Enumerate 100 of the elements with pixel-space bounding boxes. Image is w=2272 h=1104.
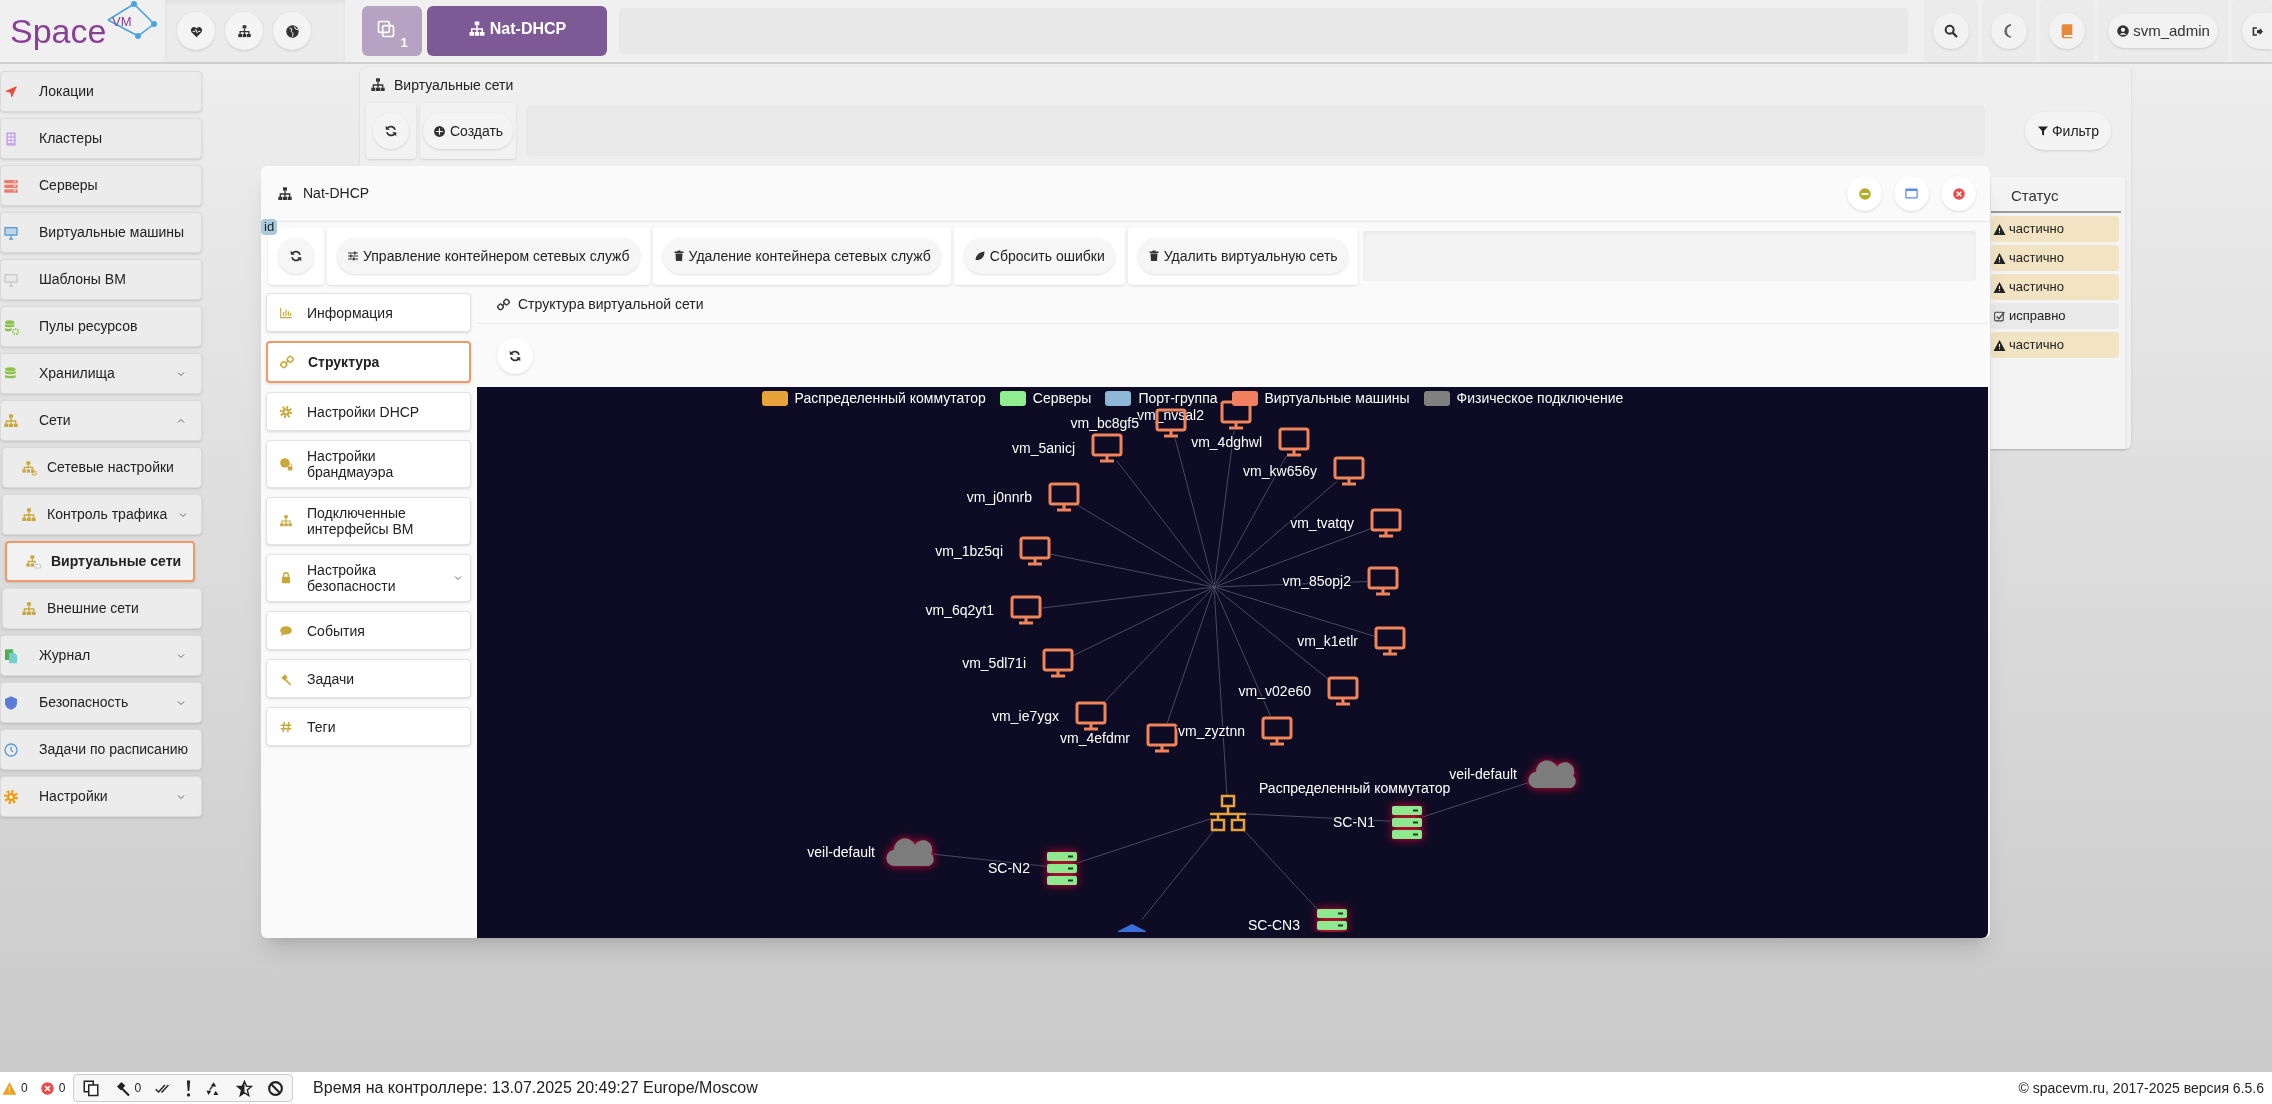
health-button[interactable] — [177, 12, 215, 50]
server-icon[interactable] — [1392, 806, 1422, 839]
sidebar-item[interactable]: Задачи по расписанию — [0, 729, 202, 770]
network-icon — [277, 185, 293, 202]
status-badge: частично — [1991, 216, 2119, 242]
sidebar-item[interactable]: Виртуальные сети — [5, 541, 195, 582]
filter-icon — [2036, 125, 2049, 137]
sidebar-item[interactable]: Настройки — [0, 776, 202, 817]
menu-item[interactable]: Настройка безопасности — [266, 554, 471, 602]
node-label: vm_5dl71i — [962, 655, 1026, 671]
monitor-icon[interactable] — [1261, 716, 1293, 746]
menu-item[interactable]: Информация — [266, 293, 471, 332]
menu-item[interactable]: Структура — [266, 341, 471, 383]
monitor-icon[interactable] — [1091, 433, 1123, 463]
server-icon[interactable] — [1317, 909, 1347, 932]
moon-button[interactable] — [1991, 13, 2027, 49]
monitor-icon[interactable] — [1019, 536, 1051, 566]
menu-item[interactable]: Задачи — [266, 659, 471, 698]
monitor-icon — [3, 271, 19, 288]
status-badge: частично — [1991, 274, 2119, 300]
network-button[interactable] — [225, 12, 263, 50]
hash-icon — [279, 719, 293, 734]
port-group-icon[interactable] — [1118, 924, 1146, 932]
cloud-icon[interactable] — [886, 838, 934, 866]
link-icon — [280, 355, 294, 369]
warning-icon — [1993, 338, 2006, 352]
sidebar-item[interactable]: Пулы ресурсов — [0, 306, 202, 347]
sidebar-item[interactable]: Журнал — [0, 635, 202, 676]
sidebar-item[interactable]: Кластеры — [0, 118, 202, 159]
tasks-button[interactable]: 0 — [114, 1079, 142, 1097]
window-tab[interactable]: Nat-DHCP — [427, 6, 607, 56]
monitor-icon[interactable] — [1278, 427, 1310, 457]
action-button[interactable]: Удаление контейнера сетевых служб — [662, 238, 941, 274]
monitor-icon[interactable] — [1042, 648, 1074, 678]
sidebar-item[interactable]: Шаблоны ВМ — [0, 259, 202, 300]
node-label: vm_85opj2 — [1282, 573, 1351, 589]
chart-icon — [279, 305, 293, 320]
node-label: vm_bc8gf5 — [1070, 415, 1139, 431]
node-label: veil-default — [1449, 766, 1517, 782]
globe-button[interactable] — [273, 12, 311, 50]
monitor-icon[interactable] — [1048, 482, 1080, 512]
sidebar-item[interactable]: Контроль трафика — [2, 494, 202, 535]
favorites-button[interactable] — [236, 1079, 254, 1097]
monitor-icon[interactable] — [1146, 723, 1178, 753]
cloud-icon[interactable] — [1528, 760, 1576, 788]
sliders-icon — [347, 250, 359, 262]
user-button[interactable]: svm_admin — [2108, 14, 2218, 48]
sidebar-item[interactable]: Локации — [0, 71, 202, 112]
column-header: Статус — [2011, 185, 2059, 206]
sidebar-item[interactable]: Хранилища — [0, 353, 202, 394]
server-icon[interactable] — [1047, 852, 1077, 885]
monitor-icon[interactable] — [1333, 456, 1365, 486]
sidebar-item[interactable]: Безопасность — [0, 682, 202, 723]
block-button[interactable] — [267, 1079, 285, 1097]
sidebar-item[interactable]: Сети — [0, 400, 202, 441]
menu-item[interactable]: Подключенные интерфейсы ВМ — [266, 497, 471, 545]
legend-label: Виртуальные машины — [1264, 389, 1410, 408]
network-icon — [279, 514, 293, 528]
close-button[interactable] — [1941, 176, 1976, 211]
monitor-icon[interactable] — [1075, 701, 1107, 731]
logout-button[interactable] — [2242, 13, 2272, 49]
logo-suffix-text: VM — [112, 13, 132, 31]
menu-item[interactable]: События — [266, 611, 471, 650]
gear-icon — [3, 788, 19, 805]
create-button[interactable]: Создать — [422, 113, 514, 149]
location-icon — [3, 83, 19, 100]
refresh-button[interactable] — [497, 337, 533, 374]
sidebar-item[interactable]: Серверы — [0, 165, 202, 206]
action-button[interactable]: Управление контейнером сетевых служб — [337, 238, 640, 274]
network-icon — [236, 23, 252, 39]
windows-button[interactable] — [82, 1079, 101, 1097]
checkbox-icon — [1993, 309, 2006, 323]
node-label: vm_j0nnrb — [966, 489, 1032, 505]
globe-lock-icon — [279, 457, 293, 471]
sidebar-item[interactable]: Сетевые настройки — [2, 447, 202, 488]
monitor-icon[interactable] — [1367, 566, 1399, 596]
star-icon — [236, 1079, 254, 1097]
monitor-icon[interactable] — [1327, 676, 1359, 706]
link-icon — [497, 298, 510, 311]
sidebar-item[interactable]: Виртуальные машины — [0, 212, 202, 253]
menu-item[interactable]: Теги — [266, 707, 471, 746]
action-button[interactable]: Сбросить ошибки — [963, 238, 1115, 274]
monitor-icon[interactable] — [1374, 626, 1406, 656]
search-button[interactable] — [1933, 13, 1969, 49]
refresh-button[interactable] — [278, 238, 314, 274]
node-label: vm_v02e60 — [1238, 683, 1311, 699]
action-button[interactable]: Удалить виртуальную сеть — [1137, 238, 1348, 274]
refresh-icon — [289, 249, 303, 263]
sidebar-item[interactable]: Внешние сети — [2, 588, 202, 629]
monitor-icon[interactable] — [1010, 595, 1042, 625]
minimize-icon — [1857, 186, 1872, 201]
legend-label: Порт-группа — [1138, 389, 1218, 408]
copy-icon — [82, 1079, 101, 1097]
menu-item[interactable]: Настройки DHCP — [266, 392, 471, 431]
monitor-icon[interactable] — [1370, 508, 1402, 538]
filter-button[interactable]: Фильтр — [2024, 112, 2111, 150]
menu-item[interactable]: Настройки брандмауэра — [266, 440, 471, 488]
important-button[interactable] — [186, 1079, 192, 1097]
switch-icon[interactable] — [1208, 794, 1248, 832]
refresh-button[interactable] — [373, 113, 409, 149]
